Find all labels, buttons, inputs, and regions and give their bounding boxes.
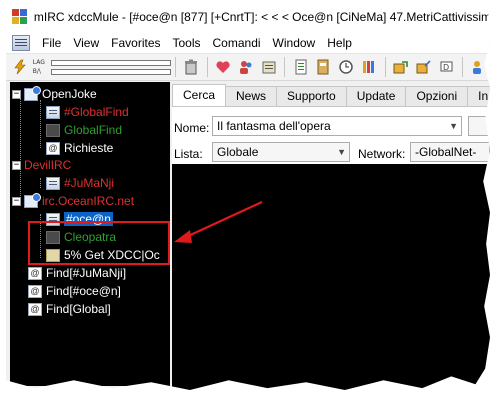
trash-icon[interactable]	[182, 57, 201, 77]
connect-lightning-icon[interactable]	[10, 56, 31, 78]
tree-find-global[interactable]: @ Find[Global]	[28, 300, 111, 318]
title-bar: mIRC xdccMule - [#oce@n [877] [+CnrtT]: …	[6, 2, 490, 32]
collapse-icon[interactable]: −	[12, 89, 21, 99]
toolbar-separator	[284, 57, 286, 77]
channel-icon	[46, 176, 60, 190]
dcc-chat-icon[interactable]: D	[437, 57, 456, 77]
timer-clock-icon[interactable]	[337, 57, 356, 77]
svg-text:D: D	[443, 63, 449, 72]
send-file-icon[interactable]	[392, 57, 411, 77]
tab-opzioni[interactable]: Opzioni	[405, 86, 469, 106]
get-file-icon[interactable]	[414, 57, 433, 77]
collapse-icon[interactable]: −	[12, 196, 21, 206]
mirc-app-icon	[12, 9, 28, 25]
at-query-icon: @	[28, 284, 42, 298]
window-title: mIRC xdccMule - [#oce@n [877] [+CnrtT]: …	[33, 10, 490, 24]
tree-find-jumanji[interactable]: @ Find[#JuMaNji]	[28, 264, 126, 282]
query-window-icon	[46, 123, 60, 137]
tree-server-oceanirc[interactable]: − irc.OceanIRC.net	[12, 192, 134, 210]
lag-meter: LAG B/\	[33, 56, 171, 78]
favorites-heart-icon[interactable]	[214, 57, 233, 77]
collapse-icon[interactable]: −	[12, 160, 21, 170]
tree-server-devilirc[interactable]: − DevilIRC	[12, 156, 71, 174]
address-book-icon[interactable]	[314, 57, 333, 77]
annotation-highlight-box	[28, 221, 170, 265]
network-value: -GlobalNet-	[415, 145, 477, 159]
toolbar: LAG B/\ D	[6, 54, 490, 81]
tree-label: Find[#oce@n]	[46, 284, 121, 298]
menu-tools[interactable]: Tools	[167, 32, 207, 54]
scripts-icon[interactable]	[259, 57, 278, 77]
rate-bar	[50, 68, 171, 75]
server-icon	[24, 192, 41, 208]
tab-update[interactable]: Update	[345, 86, 407, 106]
tree-channel-jumanji[interactable]: #JuMaNji	[46, 174, 114, 192]
tree-query-globalfind[interactable]: GlobalFind	[46, 121, 122, 139]
users-icon[interactable]	[236, 57, 255, 77]
list-value: Globale	[217, 145, 259, 159]
tab-strip: Cerca News Supporto Update Opzioni In	[172, 84, 490, 106]
network-label: Network:	[358, 147, 406, 161]
list-label: Lista:	[174, 147, 203, 161]
lag-label: LAG	[32, 59, 45, 66]
tree-label: DevilIRC	[24, 158, 72, 172]
tree-label: OpenJoke	[42, 87, 97, 101]
tree-label: #JuMaNji	[64, 176, 115, 190]
chevron-down-icon[interactable]: ▼	[337, 143, 346, 161]
menu-window[interactable]: Window	[267, 32, 322, 54]
log-notes-icon[interactable]	[291, 57, 310, 77]
tab-cerca[interactable]: Cerca	[172, 84, 227, 106]
menu-help[interactable]: Help	[321, 32, 358, 54]
search-pane: Cerca News Supporto Update Opzioni In No…	[172, 82, 490, 391]
list-select[interactable]: Globale ▼	[212, 142, 350, 162]
tab-supporto[interactable]: Supporto	[276, 86, 347, 106]
colors-icon[interactable]	[360, 57, 379, 77]
toolbar-separator	[384, 57, 386, 77]
name-combobox[interactable]: Il fantasma dell'opera ▼	[212, 116, 462, 136]
window-menu-icon[interactable]	[12, 34, 30, 51]
users-list-icon[interactable]	[469, 57, 488, 77]
tab-news[interactable]: News	[225, 86, 278, 106]
tab-content: Nome: Il fantasma dell'opera ▼ Lista: Gl…	[172, 106, 490, 391]
tree-label: irc.OceanIRC.net	[42, 194, 135, 208]
channel-icon	[46, 105, 60, 119]
rate-label: B/\	[32, 68, 41, 75]
toolbar-separator	[462, 57, 464, 77]
menu-file[interactable]: File	[36, 32, 67, 54]
tree-connector	[40, 178, 41, 188]
menu-comandi[interactable]: Comandi	[207, 32, 267, 54]
tree-label: #GlobalFind	[64, 105, 129, 119]
name-value: Il fantasma dell'opera	[217, 119, 331, 133]
server-icon	[24, 85, 41, 101]
search-button[interactable]	[468, 116, 490, 136]
chevron-down-icon[interactable]: ▼	[449, 117, 458, 135]
tree-channel-globalfind[interactable]: #GlobalFind	[46, 103, 129, 121]
toolbar-separator	[174, 57, 176, 77]
menu-view[interactable]: View	[67, 32, 105, 54]
tree-label: Richieste	[64, 141, 114, 155]
tab-more[interactable]: In	[467, 86, 490, 106]
toolbar-separator	[206, 57, 208, 77]
tree-connector	[20, 94, 21, 206]
tree-connector	[40, 100, 41, 148]
network-select[interactable]: -GlobalNet-	[410, 142, 490, 162]
tree-find-ocean[interactable]: @ Find[#oce@n]	[28, 282, 121, 300]
at-query-icon: @	[28, 266, 42, 280]
at-query-icon: @	[46, 141, 60, 155]
at-query-icon: @	[28, 302, 42, 316]
search-results-area[interactable]	[172, 164, 490, 391]
name-label: Nome:	[174, 121, 210, 135]
tree-label: Find[Global]	[46, 302, 111, 316]
tree-server-openjoke[interactable]: − OpenJoke	[12, 85, 97, 103]
menu-favorites[interactable]: Favorites	[105, 32, 166, 54]
tree-label: GlobalFind	[64, 123, 123, 137]
tree-query-richieste[interactable]: @ Richieste	[46, 139, 113, 157]
menu-bar: File View Favorites Tools Comandi Window…	[6, 32, 490, 54]
tree-label: Find[#JuMaNji]	[46, 266, 127, 280]
app-window: mIRC xdccMule - [#oce@n [877] [+CnrtT]: …	[6, 2, 490, 391]
lag-bar	[50, 59, 171, 66]
